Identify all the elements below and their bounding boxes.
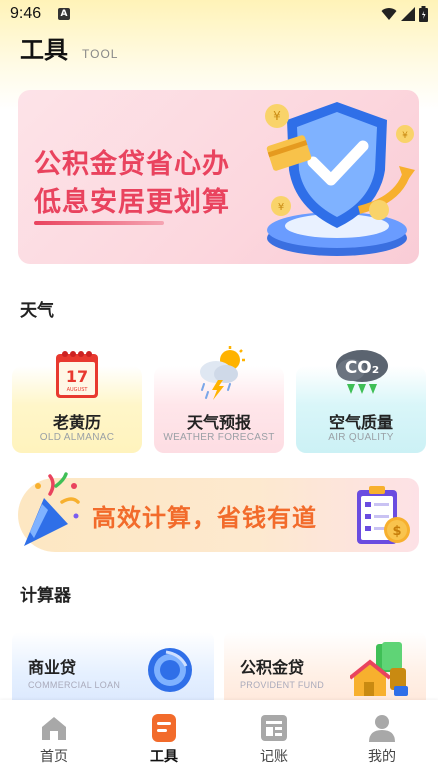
calculator-section-title: 计算器	[20, 586, 71, 606]
status-time: 9:46	[10, 5, 42, 22]
calendar-icon: 17 AUGUST	[56, 351, 98, 398]
status-bar: 9:46 A	[0, 0, 438, 28]
page-title: 工具	[20, 36, 68, 64]
ledger-icon	[261, 715, 287, 741]
tool-icon	[152, 714, 176, 742]
savings-banner-text: 高效计算，省钱有道	[92, 504, 317, 532]
weather-forecast-label: 天气预报	[186, 413, 251, 432]
wifi-icon	[381, 8, 397, 20]
battery-icon	[419, 6, 428, 22]
user-icon	[369, 715, 395, 742]
nav-ledger[interactable]: 记账	[234, 714, 314, 766]
savings-banner[interactable]: 高效计算，省钱有道 $	[18, 472, 419, 552]
air-quality-card[interactable]: CO₂ 空气质量 AIR QUALITY	[296, 350, 426, 453]
provident-fund-sub: PROVIDENT FUND	[240, 680, 325, 690]
weather-forecast-sub: WEATHER FORECAST	[163, 432, 275, 443]
page-subtitle: TOOL	[82, 47, 119, 61]
coin-icon	[148, 648, 192, 692]
calendar-month: AUGUST	[67, 387, 89, 393]
provident-fund-card[interactable]: 公积金贷 PROVIDENT FUND	[224, 632, 426, 702]
old-almanac-card[interactable]: 17 AUGUST 老黄历 OLD ALMANAC	[12, 351, 142, 453]
nav-tools[interactable]: 工具	[124, 714, 204, 766]
nav-ledger-label: 记账	[260, 749, 288, 765]
bottom-nav: 首页 工具 记账 我的	[0, 700, 438, 780]
party-popper-icon	[24, 472, 80, 546]
old-almanac-sub: OLD ALMANAC	[39, 432, 115, 443]
commercial-loan-label: 商业贷	[28, 658, 77, 677]
air-quality-sub: AIR QUALITY	[328, 432, 394, 443]
banner-headline: 公积金贷省心办	[34, 149, 230, 180]
banner-underline	[34, 221, 164, 225]
weather-storm-icon	[200, 346, 245, 400]
svg-text:$: $	[392, 524, 401, 539]
nav-home-label: 首页	[40, 749, 68, 765]
co2-text: CO₂	[345, 358, 379, 378]
checklist-coin-icon: $	[357, 486, 410, 544]
svg-text:¥: ¥	[402, 131, 408, 141]
svg-text:¥: ¥	[273, 109, 281, 123]
page-header: 工具 TOOL	[20, 30, 118, 65]
status-icons	[381, 6, 428, 22]
notification-icon: A	[58, 8, 70, 20]
home-icon	[42, 717, 66, 740]
commercial-loan-card[interactable]: 商业贷 COMMERCIAL LOAN	[12, 632, 214, 702]
weather-forecast-card[interactable]: 天气预报 WEATHER FORECAST	[154, 346, 284, 453]
air-quality-label: 空气质量	[328, 413, 393, 432]
weather-section-title: 天气	[20, 301, 54, 321]
calendar-day: 17	[66, 367, 88, 386]
nav-tools-label: 工具	[150, 749, 178, 765]
nav-home[interactable]: 首页	[14, 714, 94, 766]
shield-check-icon: ¥ ¥ ¥	[265, 102, 415, 256]
commercial-loan-sub: COMMERCIAL LOAN	[28, 680, 121, 690]
house-money-icon	[350, 642, 408, 696]
signal-icon	[401, 7, 415, 21]
provident-fund-banner[interactable]: 公积金贷省心办 低息安居更划算 ¥ ¥ ¥	[18, 90, 419, 264]
svg-text:¥: ¥	[278, 202, 284, 213]
old-almanac-label: 老黄历	[52, 413, 101, 432]
nav-profile-label: 我的	[368, 749, 396, 765]
banner-subheadline: 低息安居更划算	[34, 187, 230, 218]
nav-profile[interactable]: 我的	[342, 714, 422, 766]
co2-cloud-icon: CO₂	[336, 350, 388, 394]
provident-fund-label: 公积金贷	[240, 658, 305, 677]
